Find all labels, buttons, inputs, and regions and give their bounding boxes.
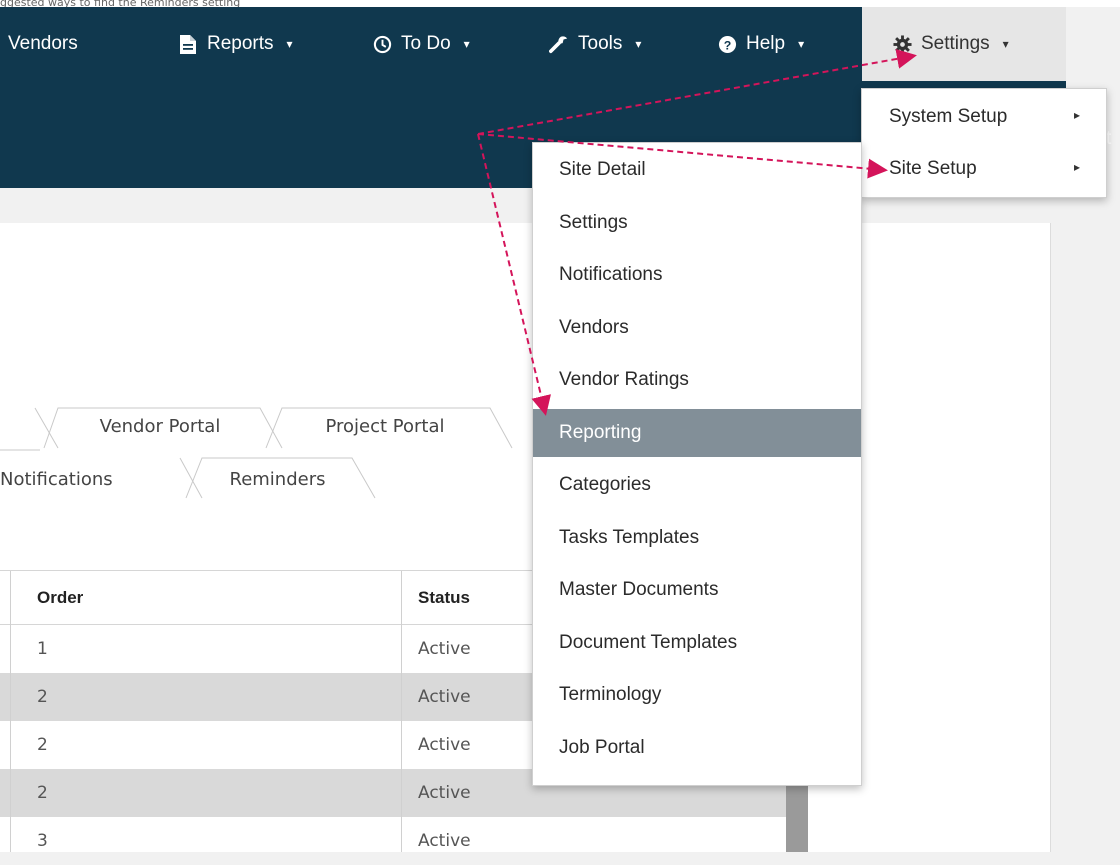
top-caption: ggested ways to find the Reminders setti… — [0, 0, 1120, 7]
column-header-status[interactable]: Status — [418, 572, 470, 624]
nav-todo-label: To Do — [401, 33, 451, 54]
column-header-status-label: Status — [418, 588, 470, 607]
menu-item-label: Document Templates — [559, 631, 738, 653]
cell-status: Active — [418, 735, 471, 755]
nav-tools[interactable]: Tools ▾ — [549, 7, 641, 81]
menu-item-label: Settings — [559, 211, 628, 233]
settings-dropdown-menu: System Setup ▸ Site Setup ▸ — [861, 88, 1107, 198]
cell-status: Active — [418, 831, 471, 851]
menu-item-document-templates[interactable]: Document Templates — [533, 619, 861, 667]
question-circle-icon: ? — [717, 34, 737, 54]
menu-item-vendor-ratings[interactable]: Vendor Ratings — [533, 356, 861, 404]
menu-item-master-documents[interactable]: Master Documents — [533, 566, 861, 614]
chevron-down-icon: ▾ — [463, 37, 470, 51]
tab-notifications-label: Notifications — [0, 468, 113, 490]
nav-tools-label: Tools — [578, 33, 623, 54]
cell-status: Active — [418, 783, 471, 803]
svg-text:?: ? — [723, 38, 731, 52]
nav-reports-label: Reports — [207, 33, 274, 54]
chevron-right-icon: ▸ — [1074, 160, 1081, 174]
menu-item-label: Site Detail — [559, 159, 646, 180]
site-setup-submenu: Site Detail Settings Notifications Vendors V… — [532, 142, 862, 786]
table-row[interactable]: 3 Active — [0, 817, 786, 865]
column-header-order-label: Order — [37, 588, 84, 607]
chevron-down-icon: ▾ — [1002, 37, 1009, 51]
menu-item-label: Master Documents — [559, 579, 719, 600]
clock-icon — [372, 34, 392, 54]
menu-item-label: Reporting — [559, 421, 642, 443]
column-divider — [401, 571, 402, 852]
tab-project-portal[interactable]: Project Portal — [285, 405, 485, 447]
tab-vendor-portal-label: Vendor Portal — [99, 415, 221, 437]
cell-order: 1 — [37, 639, 48, 659]
nav-todo[interactable]: To Do ▾ — [372, 7, 470, 81]
cell-order: 2 — [37, 687, 48, 707]
wrench-icon — [549, 34, 569, 54]
menu-item-system-setup-label: System Setup — [889, 106, 1008, 127]
menu-item-categories[interactable]: Categories — [533, 461, 861, 509]
menu-item-reporting[interactable]: Reporting — [533, 408, 861, 457]
menu-item-job-portal[interactable]: Job Portal — [533, 724, 861, 772]
nav-settings-label: Settings — [921, 33, 990, 54]
nav-vendors[interactable]: Vendors — [8, 7, 78, 81]
cell-order: 2 — [37, 735, 48, 755]
nav-reports[interactable]: Reports ▾ — [178, 7, 293, 81]
cell-status: Active — [418, 639, 471, 659]
chevron-down-icon: ▾ — [286, 37, 293, 51]
tab-vendor-portal[interactable]: Vendor Portal — [60, 405, 260, 447]
menu-item-site-setup[interactable]: Site Setup ▸ — [862, 145, 1106, 193]
column-divider — [10, 571, 11, 852]
menu-item-site-detail[interactable]: Site Detail — [533, 146, 861, 194]
menu-item-label: Terminology — [559, 684, 662, 705]
tab-reminders-label: Reminders — [229, 468, 326, 490]
nav-settings[interactable]: Settings ▾ — [862, 7, 1066, 81]
tab-reminders[interactable]: Reminders — [200, 458, 355, 500]
nav-help-label: Help — [746, 33, 786, 54]
nav-help[interactable]: ? Help ▾ — [717, 7, 804, 81]
menu-item-label: Vendors — [559, 316, 629, 338]
menu-item-label: Categories — [559, 474, 651, 495]
menu-item-tasks-templates[interactable]: Tasks Templates — [533, 514, 861, 562]
cell-order: 3 — [37, 831, 48, 851]
chevron-down-icon: ▾ — [635, 37, 642, 51]
menu-item-site-setup-label: Site Setup — [889, 158, 977, 179]
menu-item-label: Notifications — [559, 264, 663, 285]
menu-item-terminology[interactable]: Terminology — [533, 671, 861, 719]
gear-icon — [892, 34, 912, 54]
menu-item-settings[interactable]: Settings — [533, 199, 861, 247]
column-header-order[interactable]: Order — [37, 572, 83, 624]
tab-project-portal-label: Project Portal — [325, 415, 445, 437]
cell-order: 2 — [37, 783, 48, 803]
document-icon — [178, 34, 198, 54]
chevron-right-icon: ▸ — [1074, 108, 1081, 122]
menu-item-system-setup[interactable]: System Setup ▸ — [862, 93, 1106, 141]
nav-vendors-label: Vendors — [8, 33, 78, 54]
menu-item-label: Job Portal — [559, 736, 645, 758]
chevron-down-icon: ▾ — [798, 37, 805, 51]
menu-item-label: Vendor Ratings — [559, 369, 689, 390]
tab-notifications[interactable]: Notifications — [0, 458, 184, 500]
menu-item-vendors[interactable]: Vendors — [533, 304, 861, 352]
menu-item-label: Tasks Templates — [559, 526, 700, 548]
cell-status: Active — [418, 687, 471, 707]
menu-item-notifications[interactable]: Notifications — [533, 251, 861, 299]
